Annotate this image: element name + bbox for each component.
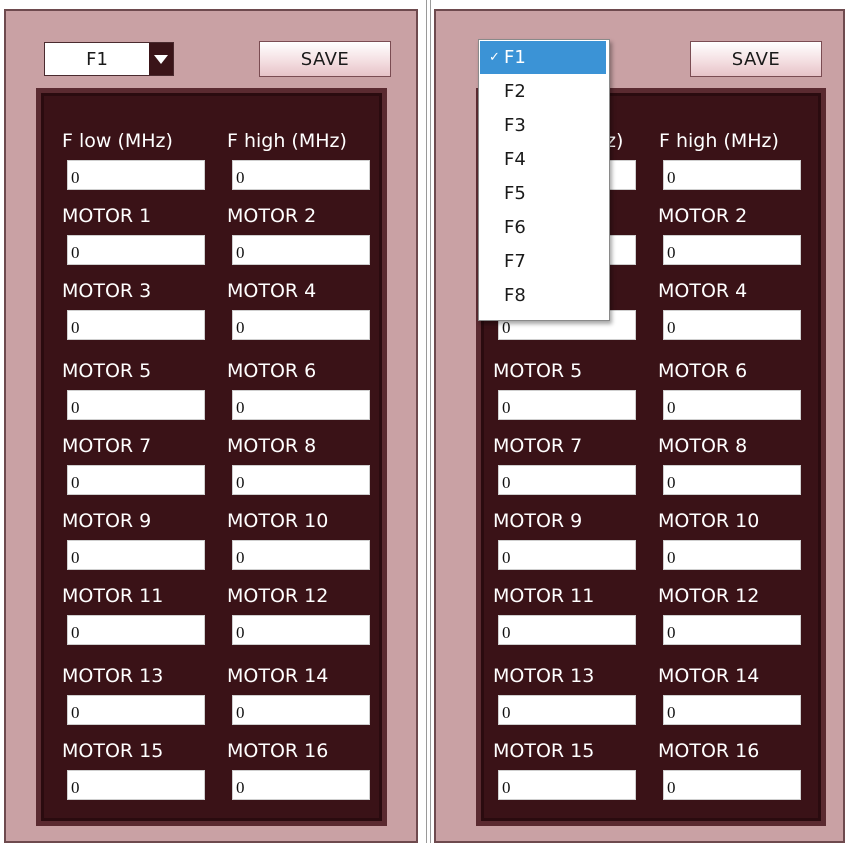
motor-11-label: MOTOR 11	[62, 585, 164, 607]
top-strip-left	[0, 0, 340, 8]
motor-2-input[interactable]: 0	[663, 235, 801, 265]
motor-10-label: MOTOR 10	[658, 510, 760, 532]
motor-8-label: MOTOR 8	[658, 435, 748, 457]
motor-4-input[interactable]: 0	[232, 310, 370, 340]
motor-14-input[interactable]: 0	[232, 695, 370, 725]
freq-high-label: F high (MHz)	[227, 130, 347, 152]
motor-7-input[interactable]: 0	[67, 465, 205, 495]
motor-4-input[interactable]: 0	[663, 310, 801, 340]
motor-13-label: MOTOR 13	[62, 665, 164, 687]
motor-settings-box: F low (MHz) F high (MHz) 0 0 MOTOR 1 0 MOT…	[36, 88, 387, 826]
motor-4-label: MOTOR 4	[227, 280, 317, 302]
motor-14-input[interactable]: 0	[663, 695, 801, 725]
freq-high-input[interactable]: 0	[663, 160, 801, 190]
motor-1-input[interactable]: 0	[67, 235, 205, 265]
motor-16-label: MOTOR 16	[658, 740, 760, 762]
motor-11-input[interactable]: 0	[67, 615, 205, 645]
motor-6-input[interactable]: 0	[663, 390, 801, 420]
motor-9-input[interactable]: 0	[498, 540, 636, 570]
freq-low-label: F low (MHz)	[62, 130, 173, 152]
motor-11-input[interactable]: 0	[498, 615, 636, 645]
motor-9-label: MOTOR 9	[493, 510, 583, 532]
motor-13-input[interactable]: 0	[67, 695, 205, 725]
motor-10-label: MOTOR 10	[227, 510, 329, 532]
motor-12-input[interactable]: 0	[663, 615, 801, 645]
motor-6-input[interactable]: 0	[232, 390, 370, 420]
motor-5-label: MOTOR 5	[493, 360, 583, 382]
dropdown-option-f5[interactable]: F5	[480, 177, 606, 210]
motor-2-label: MOTOR 2	[227, 205, 317, 227]
motor-7-input[interactable]: 0	[498, 465, 636, 495]
motor-10-input[interactable]: 0	[663, 540, 801, 570]
dropdown-option-f3[interactable]: F3	[480, 109, 606, 142]
motor-7-label: MOTOR 7	[62, 435, 152, 457]
motor-8-label: MOTOR 8	[227, 435, 317, 457]
motor-5-input[interactable]: 0	[498, 390, 636, 420]
motor-5-label: MOTOR 5	[62, 360, 152, 382]
motor-12-label: MOTOR 12	[658, 585, 760, 607]
save-button[interactable]: SAVE	[690, 41, 822, 77]
motor-3-input[interactable]: 0	[67, 310, 205, 340]
motor-9-label: MOTOR 9	[62, 510, 152, 532]
dropdown-option-f2[interactable]: F2	[480, 75, 606, 108]
motor-16-input[interactable]: 0	[663, 770, 801, 800]
chevron-down-icon[interactable]	[149, 43, 173, 75]
motor-16-label: MOTOR 16	[227, 740, 329, 762]
motor-8-input[interactable]: 0	[232, 465, 370, 495]
motor-14-label: MOTOR 14	[227, 665, 329, 687]
motor-12-label: MOTOR 12	[227, 585, 329, 607]
motor-15-label: MOTOR 15	[493, 740, 595, 762]
motor-16-input[interactable]: 0	[232, 770, 370, 800]
motor-2-label: MOTOR 2	[658, 205, 748, 227]
dropdown-option-f4[interactable]: F4	[480, 143, 606, 176]
motor-2-input[interactable]: 0	[232, 235, 370, 265]
motor-10-input[interactable]: 0	[232, 540, 370, 570]
freq-high-label: F high (MHz)	[659, 130, 779, 152]
save-button[interactable]: SAVE	[259, 41, 391, 77]
motor-13-label: MOTOR 13	[493, 665, 595, 687]
frequency-select-value: F1	[86, 48, 108, 70]
dropdown-option-f6[interactable]: F6	[480, 211, 606, 244]
motor-13-input[interactable]: 0	[498, 695, 636, 725]
motor-15-label: MOTOR 15	[62, 740, 164, 762]
motor-7-label: MOTOR 7	[493, 435, 583, 457]
dropdown-option-f7[interactable]: F7	[480, 245, 606, 278]
frequency-panel-left: F1 SAVE F low (MHz) F high (MHz) 0 0 MOT…	[4, 9, 418, 843]
dropdown-option-f1[interactable]: ✓ F1	[480, 41, 606, 74]
motor-6-label: MOTOR 6	[227, 360, 317, 382]
frequency-dropdown-menu: ✓ F1 F2 F3 F4 F5 F6 F7 F8	[478, 39, 610, 321]
frequency-select[interactable]: F1	[44, 42, 174, 76]
motor-4-label: MOTOR 4	[658, 280, 748, 302]
motor-11-label: MOTOR 11	[493, 585, 595, 607]
freq-low-input[interactable]: 0	[67, 160, 205, 190]
motor-15-input[interactable]: 0	[498, 770, 636, 800]
dropdown-option-f8[interactable]: F8	[480, 279, 606, 312]
check-icon: ✓	[489, 50, 500, 65]
motor-8-input[interactable]: 0	[663, 465, 801, 495]
motor-3-label: MOTOR 3	[62, 280, 152, 302]
panel-divider	[426, 0, 432, 843]
motor-6-label: MOTOR 6	[658, 360, 748, 382]
motor-14-label: MOTOR 14	[658, 665, 760, 687]
freq-high-input[interactable]: 0	[232, 160, 370, 190]
dropdown-option-label: F1	[504, 47, 526, 68]
motor-9-input[interactable]: 0	[67, 540, 205, 570]
motor-15-input[interactable]: 0	[67, 770, 205, 800]
motor-12-input[interactable]: 0	[232, 615, 370, 645]
motor-5-input[interactable]: 0	[67, 390, 205, 420]
frequency-panel-right: SAVE z) F high (MHz) 0 0MOTOR 200MOTOR 4…	[434, 9, 845, 843]
motor-1-label: MOTOR 1	[62, 205, 152, 227]
